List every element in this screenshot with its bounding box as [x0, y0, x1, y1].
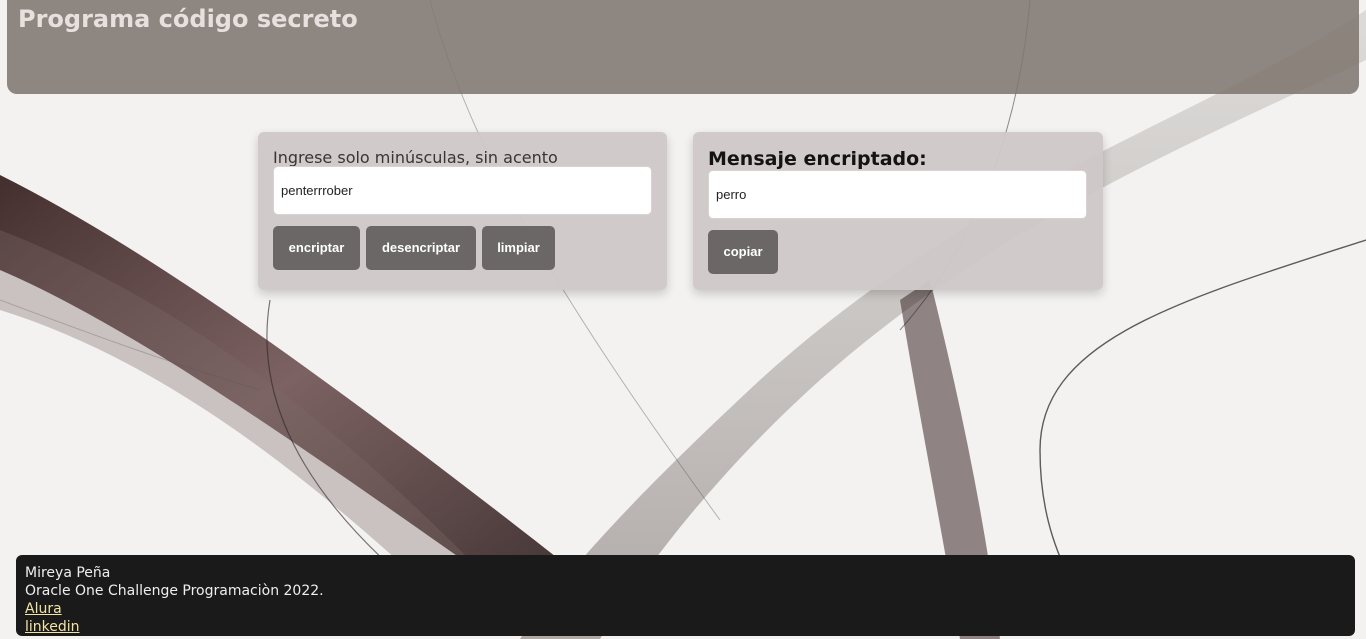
result-output[interactable]	[708, 170, 1087, 219]
decrypt-button[interactable]: desencriptar	[366, 226, 476, 270]
footer-challenge: Oracle One Challenge Programaciòn 2022.	[25, 583, 324, 599]
clear-button[interactable]: limpiar	[482, 226, 555, 270]
encrypt-panel: Ingrese solo minúsculas, sin acento encr…	[258, 132, 667, 290]
linkedin-link[interactable]: linkedin	[25, 619, 80, 635]
page-title: Programa código secreto	[18, 5, 358, 33]
footer-author: Mireya Peña	[25, 565, 111, 581]
result-panel: Mensaje encriptado: copiar	[693, 132, 1103, 290]
encrypt-button[interactable]: encriptar	[273, 226, 360, 270]
footer: Mireya Peña Oracle One Challenge Program…	[16, 555, 1355, 636]
result-title: Mensaje encriptado:	[708, 148, 927, 170]
app-header: Programa código secreto	[7, 0, 1359, 94]
copy-button[interactable]: copiar	[708, 230, 778, 274]
input-instruction-label: Ingrese solo minúsculas, sin acento	[273, 148, 558, 167]
abstract-background	[0, 0, 1366, 639]
message-input[interactable]	[273, 166, 652, 215]
alura-link[interactable]: Alura	[25, 601, 62, 617]
